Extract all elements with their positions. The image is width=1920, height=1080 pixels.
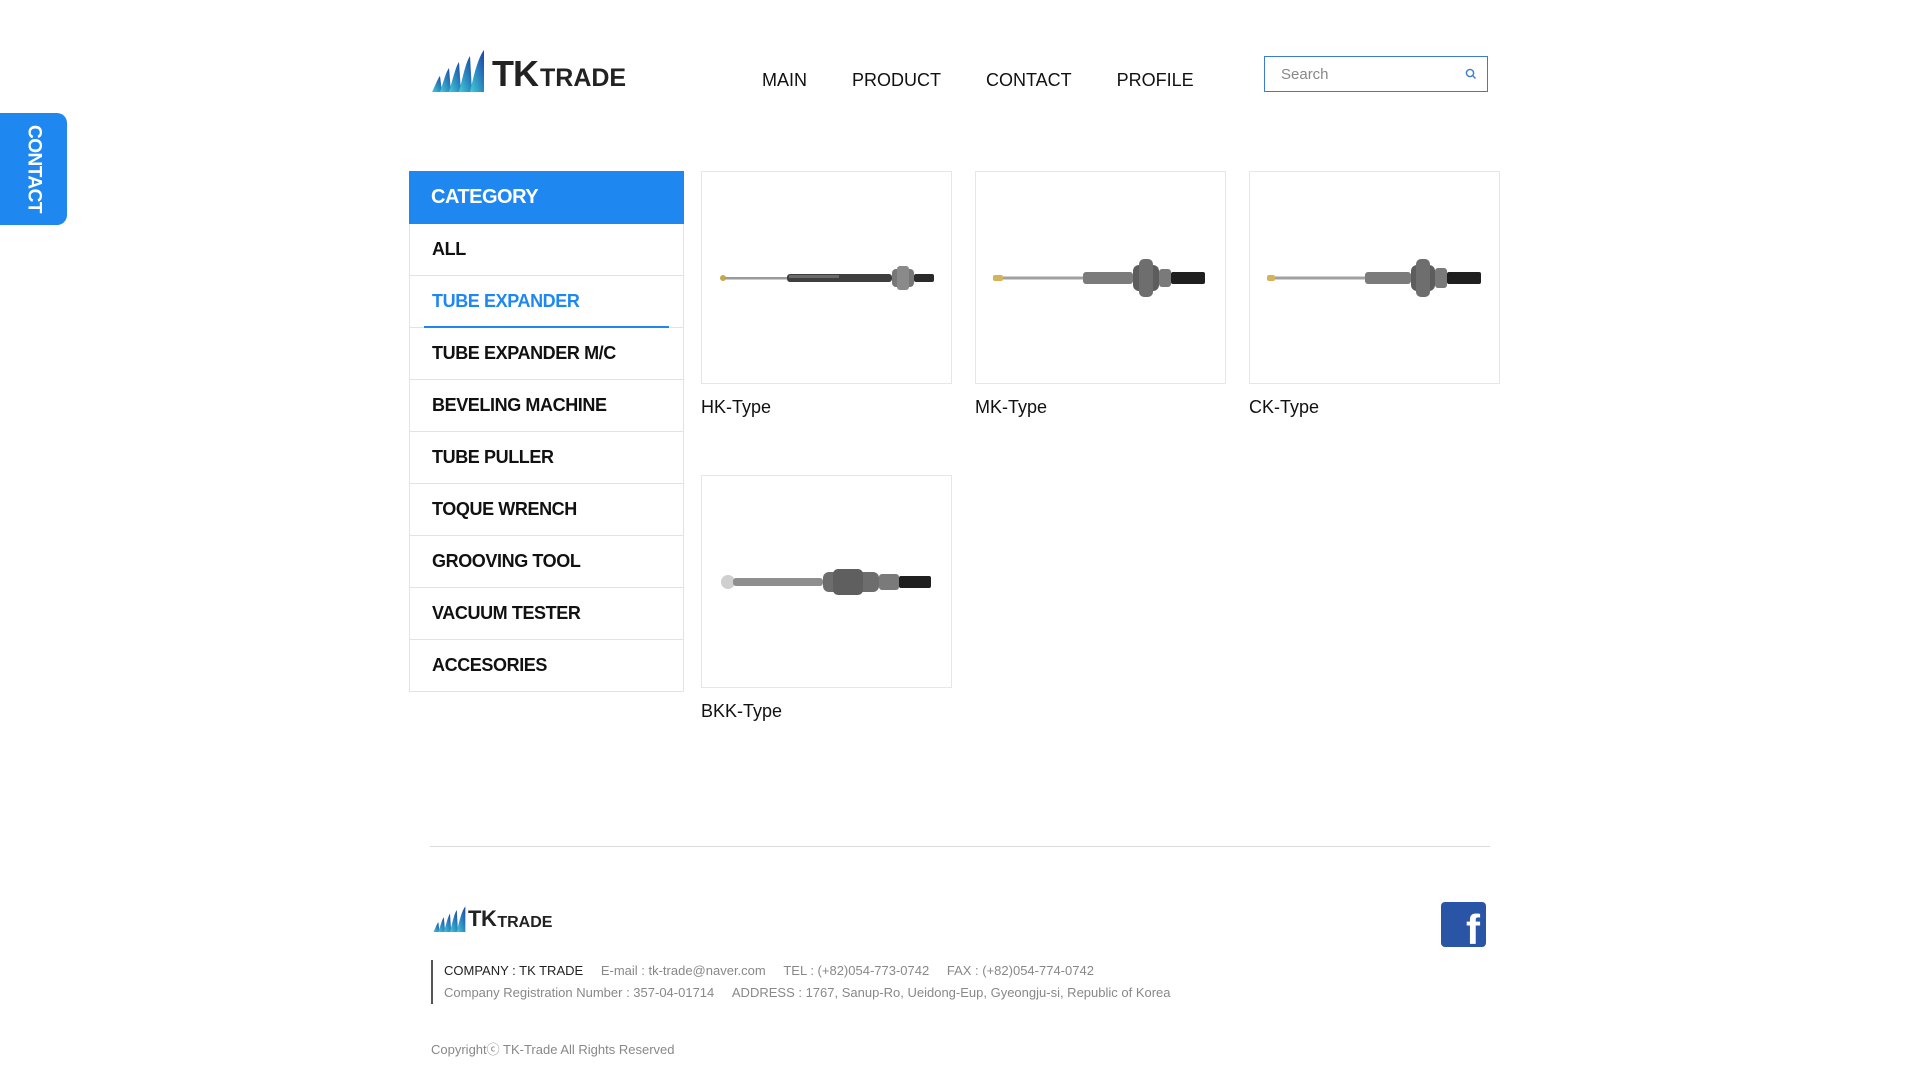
site-header: TKTRADE MAIN PRODUCT CONTACT PROFILE bbox=[0, 0, 1920, 160]
logo-bars-icon bbox=[433, 906, 466, 932]
nav-main[interactable]: MAIN bbox=[762, 70, 807, 91]
category-item-beveling-machine[interactable]: BEVELING MACHINE bbox=[409, 380, 684, 432]
footer-logo-sub: TRADE bbox=[497, 914, 553, 931]
footer-company: COMPANY : TK TRADE bbox=[444, 963, 584, 978]
site-logo[interactable]: TKTRADE bbox=[430, 48, 626, 92]
product-image[interactable] bbox=[701, 171, 952, 384]
category-item-grooving-tool[interactable]: GROOVING TOOL bbox=[409, 536, 684, 588]
category-menu: CATEGORY ALL TUBE EXPANDER TUBE EXPANDER… bbox=[409, 171, 684, 692]
footer-tel: TEL : (+82)054-773-0742 bbox=[783, 963, 930, 978]
nav-product[interactable]: PRODUCT bbox=[852, 70, 941, 91]
tube-expander-image bbox=[1266, 258, 1481, 297]
product-card-mk[interactable]: MK-Type bbox=[975, 171, 1226, 418]
category-item-vacuum-tester[interactable]: VACUUM TESTER bbox=[409, 588, 684, 640]
category-item-tube-expander-mc[interactable]: TUBE EXPANDER M/C bbox=[409, 328, 684, 380]
logo-main-text: TK bbox=[492, 53, 539, 94]
search-input[interactable] bbox=[1265, 64, 1463, 84]
product-image[interactable] bbox=[1249, 171, 1500, 384]
category-item-toque-wrench[interactable]: TOQUE WRENCH bbox=[409, 484, 684, 536]
tube-expander-image bbox=[720, 568, 931, 595]
nav-contact[interactable]: CONTACT bbox=[986, 70, 1072, 91]
footer-divider bbox=[430, 846, 1490, 847]
footer-logo-main: TK bbox=[468, 906, 497, 931]
product-name[interactable]: BKK-Type bbox=[701, 701, 952, 722]
nav-profile[interactable]: PROFILE bbox=[1117, 70, 1194, 91]
product-card-hk[interactable]: HK-Type bbox=[701, 171, 952, 418]
product-card-bkk[interactable]: BKK-Type bbox=[701, 475, 952, 722]
product-name[interactable]: HK-Type bbox=[701, 397, 952, 418]
footer-registration: Company Registration Number : 357-04-017… bbox=[444, 985, 715, 1000]
category-item-tube-expander[interactable]: TUBE EXPANDER bbox=[409, 276, 684, 328]
product-name[interactable]: MK-Type bbox=[975, 397, 1226, 418]
tube-expander-image bbox=[992, 258, 1205, 297]
search-icon[interactable] bbox=[1465, 68, 1477, 80]
category-item-tube-puller[interactable]: TUBE PULLER bbox=[409, 432, 684, 484]
logo-sub-text: TRADE bbox=[540, 64, 627, 92]
category-title: CATEGORY bbox=[409, 171, 684, 224]
facebook-icon[interactable]: f bbox=[1441, 902, 1486, 947]
product-card-ck[interactable]: CK-Type bbox=[1249, 171, 1500, 418]
footer-copyright: Copyrightⓒ TK-Trade All Rights Reserved bbox=[431, 1042, 675, 1057]
footer-company-info: COMPANY : TK TRADE E-mail : tk-trade@nav… bbox=[431, 960, 1171, 1004]
category-item-accesories[interactable]: ACCESORIES bbox=[409, 640, 684, 692]
logo-bars-icon bbox=[432, 50, 484, 92]
product-image[interactable] bbox=[701, 475, 952, 688]
category-item-all[interactable]: ALL bbox=[409, 224, 684, 276]
tube-expander-image bbox=[719, 265, 934, 290]
footer-address: ADDRESS : 1767, Sanup-Ro, Ueidong-Eup, G… bbox=[731, 985, 1171, 1000]
main-nav: MAIN PRODUCT CONTACT PROFILE bbox=[762, 70, 1239, 91]
footer-logo[interactable]: TK TRADE bbox=[432, 905, 552, 932]
product-name[interactable]: CK-Type bbox=[1249, 397, 1500, 418]
footer-fax: FAX : (+82)054-774-0742 bbox=[946, 963, 1094, 978]
product-image[interactable] bbox=[975, 171, 1226, 384]
search-box bbox=[1264, 56, 1488, 92]
footer-email: E-mail : tk-trade@naver.com bbox=[600, 963, 766, 978]
